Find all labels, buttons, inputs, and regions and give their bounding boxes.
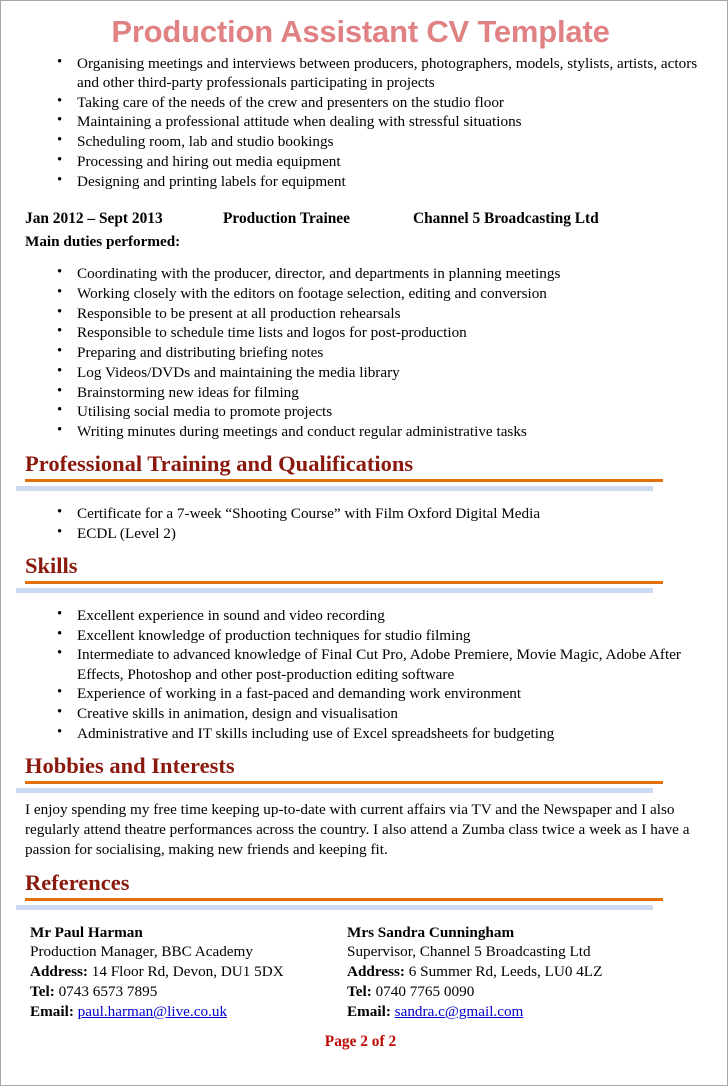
hobbies-paragraph: I enjoy spending my free time keeping up… — [25, 801, 690, 858]
reference-tel-line: Tel: 0743 6573 7895 — [30, 982, 284, 1002]
list-item: Responsible to schedule time lists and l… — [8, 322, 713, 342]
reference-tel: 0743 6573 7895 — [58, 982, 158, 1000]
divider-orange — [25, 581, 663, 585]
references-columns: Mr Paul Harman Production Manager, BBC A… — [25, 923, 713, 1031]
list-item: Coordinating with the producer, director… — [8, 263, 713, 283]
list-item: Log Videos/DVDs and maintaining the medi… — [8, 362, 713, 382]
training-list: Certificate for a 7-week “Shooting Cours… — [8, 503, 713, 543]
page-footer: Page 2 of 2 — [324, 1032, 397, 1050]
reference-tel: 0740 7765 0090 — [375, 982, 475, 1000]
employment-company: Channel 5 Broadcasting Ltd — [413, 210, 599, 228]
section-references: References Mr Paul Harman Production Man… — [8, 870, 713, 1051]
list-item: Organising meetings and interviews betwe… — [8, 53, 713, 92]
divider-orange — [25, 781, 663, 785]
list-item: Excellent knowledge of production techni… — [8, 625, 713, 645]
list-item: Creative skills in animation, design and… — [8, 703, 713, 723]
divider-orange — [25, 479, 663, 483]
section-skills: Skills Excellent experience in sound and… — [8, 553, 713, 743]
address-label: Address: — [347, 963, 405, 981]
reference-address: 6 Summer Rd, Leeds, LU0 4LZ — [408, 963, 603, 981]
page-content: Production Assistant CV Template Organis… — [1, 1, 727, 1051]
list-item: Processing and hiring out media equipmen… — [8, 151, 713, 171]
address-label: Address: — [30, 963, 88, 981]
section-hobbies: Hobbies and Interests I enjoy spending m… — [8, 753, 713, 859]
cv-page: Production Assistant CV Template Organis… — [0, 0, 728, 1086]
section-heading-training: Professional Training and Qualifications — [25, 451, 414, 477]
reference-name: Mr Paul Harman — [30, 923, 143, 941]
section-heading-references: References — [25, 869, 130, 895]
list-item: Experience of working in a fast-paced an… — [8, 683, 713, 703]
duties-label: Main duties performed: — [25, 233, 181, 251]
section-training: Professional Training and Qualifications… — [8, 451, 713, 543]
reference-email-link[interactable]: paul.harman@live.co.uk — [78, 1003, 227, 1020]
employment-duties-list: Coordinating with the producer, director… — [8, 263, 713, 441]
list-item: Designing and printing labels for equipm… — [8, 171, 713, 191]
page-title: Production Assistant CV Template — [111, 14, 610, 49]
list-item: Certificate for a 7-week “Shooting Cours… — [8, 503, 713, 523]
list-item: Excellent experience in sound and video … — [8, 605, 713, 625]
reference-position: Production Manager, BBC Academy — [30, 943, 253, 961]
tel-label: Tel: — [30, 982, 55, 1000]
reference-name: Mrs Sandra Cunningham — [347, 923, 515, 941]
employment-header: Jan 2012 – Sept 2013 Production Trainee … — [8, 210, 713, 231]
reference-tel-line: Tel: 0740 7765 0090 — [347, 982, 602, 1002]
reference-address: 14 Floor Rd, Devon, DU1 5DX — [91, 963, 284, 981]
reference-address-line: Address: 14 Floor Rd, Devon, DU1 5DX — [30, 962, 284, 982]
section-heading-skills: Skills — [25, 552, 78, 578]
list-item: Administrative and IT skills including u… — [8, 723, 713, 743]
reference-entry: Mr Paul Harman Production Manager, BBC A… — [30, 923, 284, 1022]
list-item: Intermediate to advanced knowledge of Fi… — [8, 644, 713, 683]
employment-dates: Jan 2012 – Sept 2013 — [25, 210, 163, 228]
email-label: Email: — [347, 1002, 391, 1020]
reference-entry: Mrs Sandra Cunningham Supervisor, Channe… — [347, 923, 602, 1022]
list-item: Scheduling room, lab and studio bookings — [8, 131, 713, 151]
list-item: Maintaining a professional attitude when… — [8, 111, 713, 131]
divider-orange — [25, 897, 663, 901]
list-item: Working closely with the editors on foot… — [8, 283, 713, 303]
list-item: Preparing and distributing briefing note… — [8, 342, 713, 362]
list-item: Taking care of the needs of the crew and… — [8, 92, 713, 112]
reference-email-line: Email: sandra.c@gmail.com — [347, 1002, 602, 1022]
skills-list: Excellent experience in sound and video … — [8, 605, 713, 743]
reference-email-line: Email: paul.harman@live.co.uk — [30, 1002, 284, 1022]
email-label: Email: — [30, 1002, 74, 1020]
list-item: Brainstorming new ideas for filming — [8, 382, 713, 402]
tel-label: Tel: — [347, 982, 372, 1000]
reference-email-link[interactable]: sandra.c@gmail.com — [395, 1003, 524, 1020]
list-item: Utilising social media to promote projec… — [8, 401, 713, 421]
section-heading-hobbies: Hobbies and Interests — [25, 753, 235, 779]
employment-role: Production Trainee — [223, 210, 350, 228]
list-item: Responsible to be present at all product… — [8, 303, 713, 323]
top-duties-list: Organising meetings and interviews betwe… — [8, 53, 713, 191]
reference-address-line: Address: 6 Summer Rd, Leeds, LU0 4LZ — [347, 962, 602, 982]
list-item: Writing minutes during meetings and cond… — [8, 421, 713, 441]
list-item: ECDL (Level 2) — [8, 523, 713, 543]
reference-position: Supervisor, Channel 5 Broadcasting Ltd — [347, 943, 591, 961]
